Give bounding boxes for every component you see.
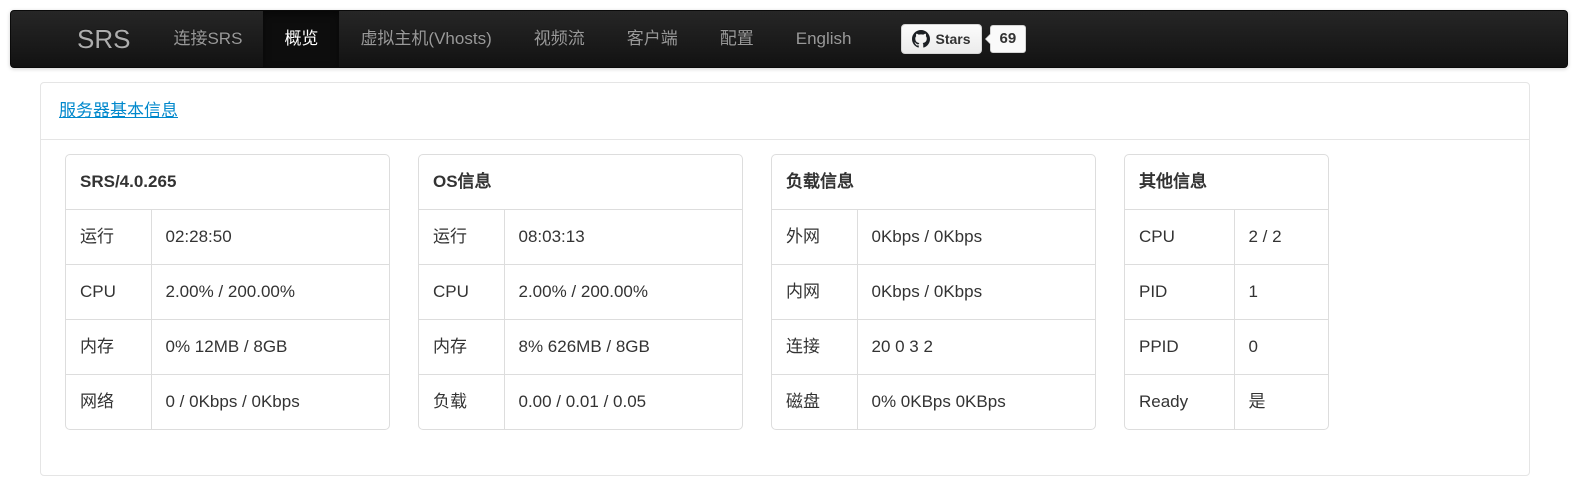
row-value: 02:28:50 bbox=[151, 210, 389, 265]
row-label: 内存 bbox=[419, 320, 504, 375]
row-label: 运行 bbox=[66, 210, 151, 265]
nav-item-0[interactable]: 连接SRS bbox=[152, 11, 263, 67]
nav-item-5[interactable]: 配置 bbox=[699, 11, 775, 67]
row-value: 20 0 3 2 bbox=[857, 320, 1095, 375]
github-star-widget: Stars 69 bbox=[901, 11, 1027, 67]
table-row: 运行 08:03:13 bbox=[419, 210, 742, 265]
info-table: 负载信息 外网 0Kbps / 0Kbps 内网 0Kbps / 0Kbps 连… bbox=[771, 154, 1096, 430]
info-table-title: OS信息 bbox=[419, 155, 742, 210]
row-value: 是 bbox=[1234, 375, 1328, 430]
row-label: 内网 bbox=[772, 265, 857, 320]
info-table: OS信息 运行 08:03:13 CPU 2.00% / 200.00% 内存 … bbox=[418, 154, 743, 430]
row-label: 连接 bbox=[772, 320, 857, 375]
info-table: SRS/4.0.265 运行 02:28:50 CPU 2.00% / 200.… bbox=[65, 154, 390, 430]
nav-item-4[interactable]: 客户端 bbox=[606, 11, 699, 67]
row-label: 外网 bbox=[772, 210, 857, 265]
row-label: CPU bbox=[1125, 210, 1234, 265]
row-label: CPU bbox=[66, 265, 151, 320]
row-label: 负载 bbox=[419, 375, 504, 430]
panel-heading: 服务器基本信息 bbox=[41, 83, 1529, 139]
panel-body: SRS/4.0.265 运行 02:28:50 CPU 2.00% / 200.… bbox=[41, 139, 1529, 475]
brand-link[interactable]: SRS bbox=[77, 11, 152, 67]
server-basic-info-link[interactable]: 服务器基本信息 bbox=[59, 101, 178, 120]
nav-item-6[interactable]: English bbox=[775, 11, 873, 67]
row-value: 0 bbox=[1234, 320, 1328, 375]
info-table-title: 其他信息 bbox=[1125, 155, 1328, 210]
table-row: PPID 0 bbox=[1125, 320, 1328, 375]
info-table: 其他信息 CPU 2 / 2 PID 1 PPID 0 Ready 是 bbox=[1124, 154, 1329, 430]
row-value: 0 / 0Kbps / 0Kbps bbox=[151, 375, 389, 430]
table-row: CPU 2 / 2 bbox=[1125, 210, 1328, 265]
table-row: Ready 是 bbox=[1125, 375, 1328, 430]
nav-item-3[interactable]: 视频流 bbox=[513, 11, 606, 67]
github-star-count[interactable]: 69 bbox=[990, 25, 1027, 53]
table-row: 内网 0Kbps / 0Kbps bbox=[772, 265, 1095, 320]
row-label: CPU bbox=[419, 265, 504, 320]
row-value: 08:03:13 bbox=[504, 210, 742, 265]
row-label: PID bbox=[1125, 265, 1234, 320]
row-label: 运行 bbox=[419, 210, 504, 265]
github-stars-label: Stars bbox=[936, 31, 971, 47]
table-row: 运行 02:28:50 bbox=[66, 210, 389, 265]
row-value: 0Kbps / 0Kbps bbox=[857, 210, 1095, 265]
table-row: 外网 0Kbps / 0Kbps bbox=[772, 210, 1095, 265]
row-value: 2.00% / 200.00% bbox=[151, 265, 389, 320]
row-label: Ready bbox=[1125, 375, 1234, 430]
server-info-panel: 服务器基本信息 SRS/4.0.265 运行 02:28:50 CPU 2.00… bbox=[40, 82, 1530, 476]
github-stars-button[interactable]: Stars bbox=[901, 24, 982, 54]
row-value: 2 / 2 bbox=[1234, 210, 1328, 265]
info-table-title: SRS/4.0.265 bbox=[66, 155, 389, 210]
navbar-menu: 连接SRS概览虚拟主机(Vhosts)视频流客户端配置English bbox=[152, 11, 872, 67]
github-octocat-icon bbox=[912, 30, 930, 48]
table-row: CPU 2.00% / 200.00% bbox=[66, 265, 389, 320]
table-row: PID 1 bbox=[1125, 265, 1328, 320]
table-row: 连接 20 0 3 2 bbox=[772, 320, 1095, 375]
table-row: CPU 2.00% / 200.00% bbox=[419, 265, 742, 320]
tables-row: SRS/4.0.265 运行 02:28:50 CPU 2.00% / 200.… bbox=[65, 154, 1511, 430]
table-row: 内存 8% 626MB / 8GB bbox=[419, 320, 742, 375]
row-label: 磁盘 bbox=[772, 375, 857, 430]
row-value: 0% 12MB / 8GB bbox=[151, 320, 389, 375]
table-row: 网络 0 / 0Kbps / 0Kbps bbox=[66, 375, 389, 430]
row-value: 1 bbox=[1234, 265, 1328, 320]
table-row: 内存 0% 12MB / 8GB bbox=[66, 320, 389, 375]
top-navbar: SRS 连接SRS概览虚拟主机(Vhosts)视频流客户端配置English S… bbox=[10, 10, 1568, 68]
row-label: PPID bbox=[1125, 320, 1234, 375]
row-value: 0.00 / 0.01 / 0.05 bbox=[504, 375, 742, 430]
nav-item-2[interactable]: 虚拟主机(Vhosts) bbox=[339, 11, 512, 67]
row-label: 内存 bbox=[66, 320, 151, 375]
row-label: 网络 bbox=[66, 375, 151, 430]
table-row: 负载 0.00 / 0.01 / 0.05 bbox=[419, 375, 742, 430]
row-value: 0Kbps / 0Kbps bbox=[857, 265, 1095, 320]
info-table-title: 负载信息 bbox=[772, 155, 1095, 210]
row-value: 2.00% / 200.00% bbox=[504, 265, 742, 320]
nav-item-1[interactable]: 概览 bbox=[263, 11, 339, 67]
table-row: 磁盘 0% 0KBps 0KBps bbox=[772, 375, 1095, 430]
row-value: 0% 0KBps 0KBps bbox=[857, 375, 1095, 430]
row-value: 8% 626MB / 8GB bbox=[504, 320, 742, 375]
